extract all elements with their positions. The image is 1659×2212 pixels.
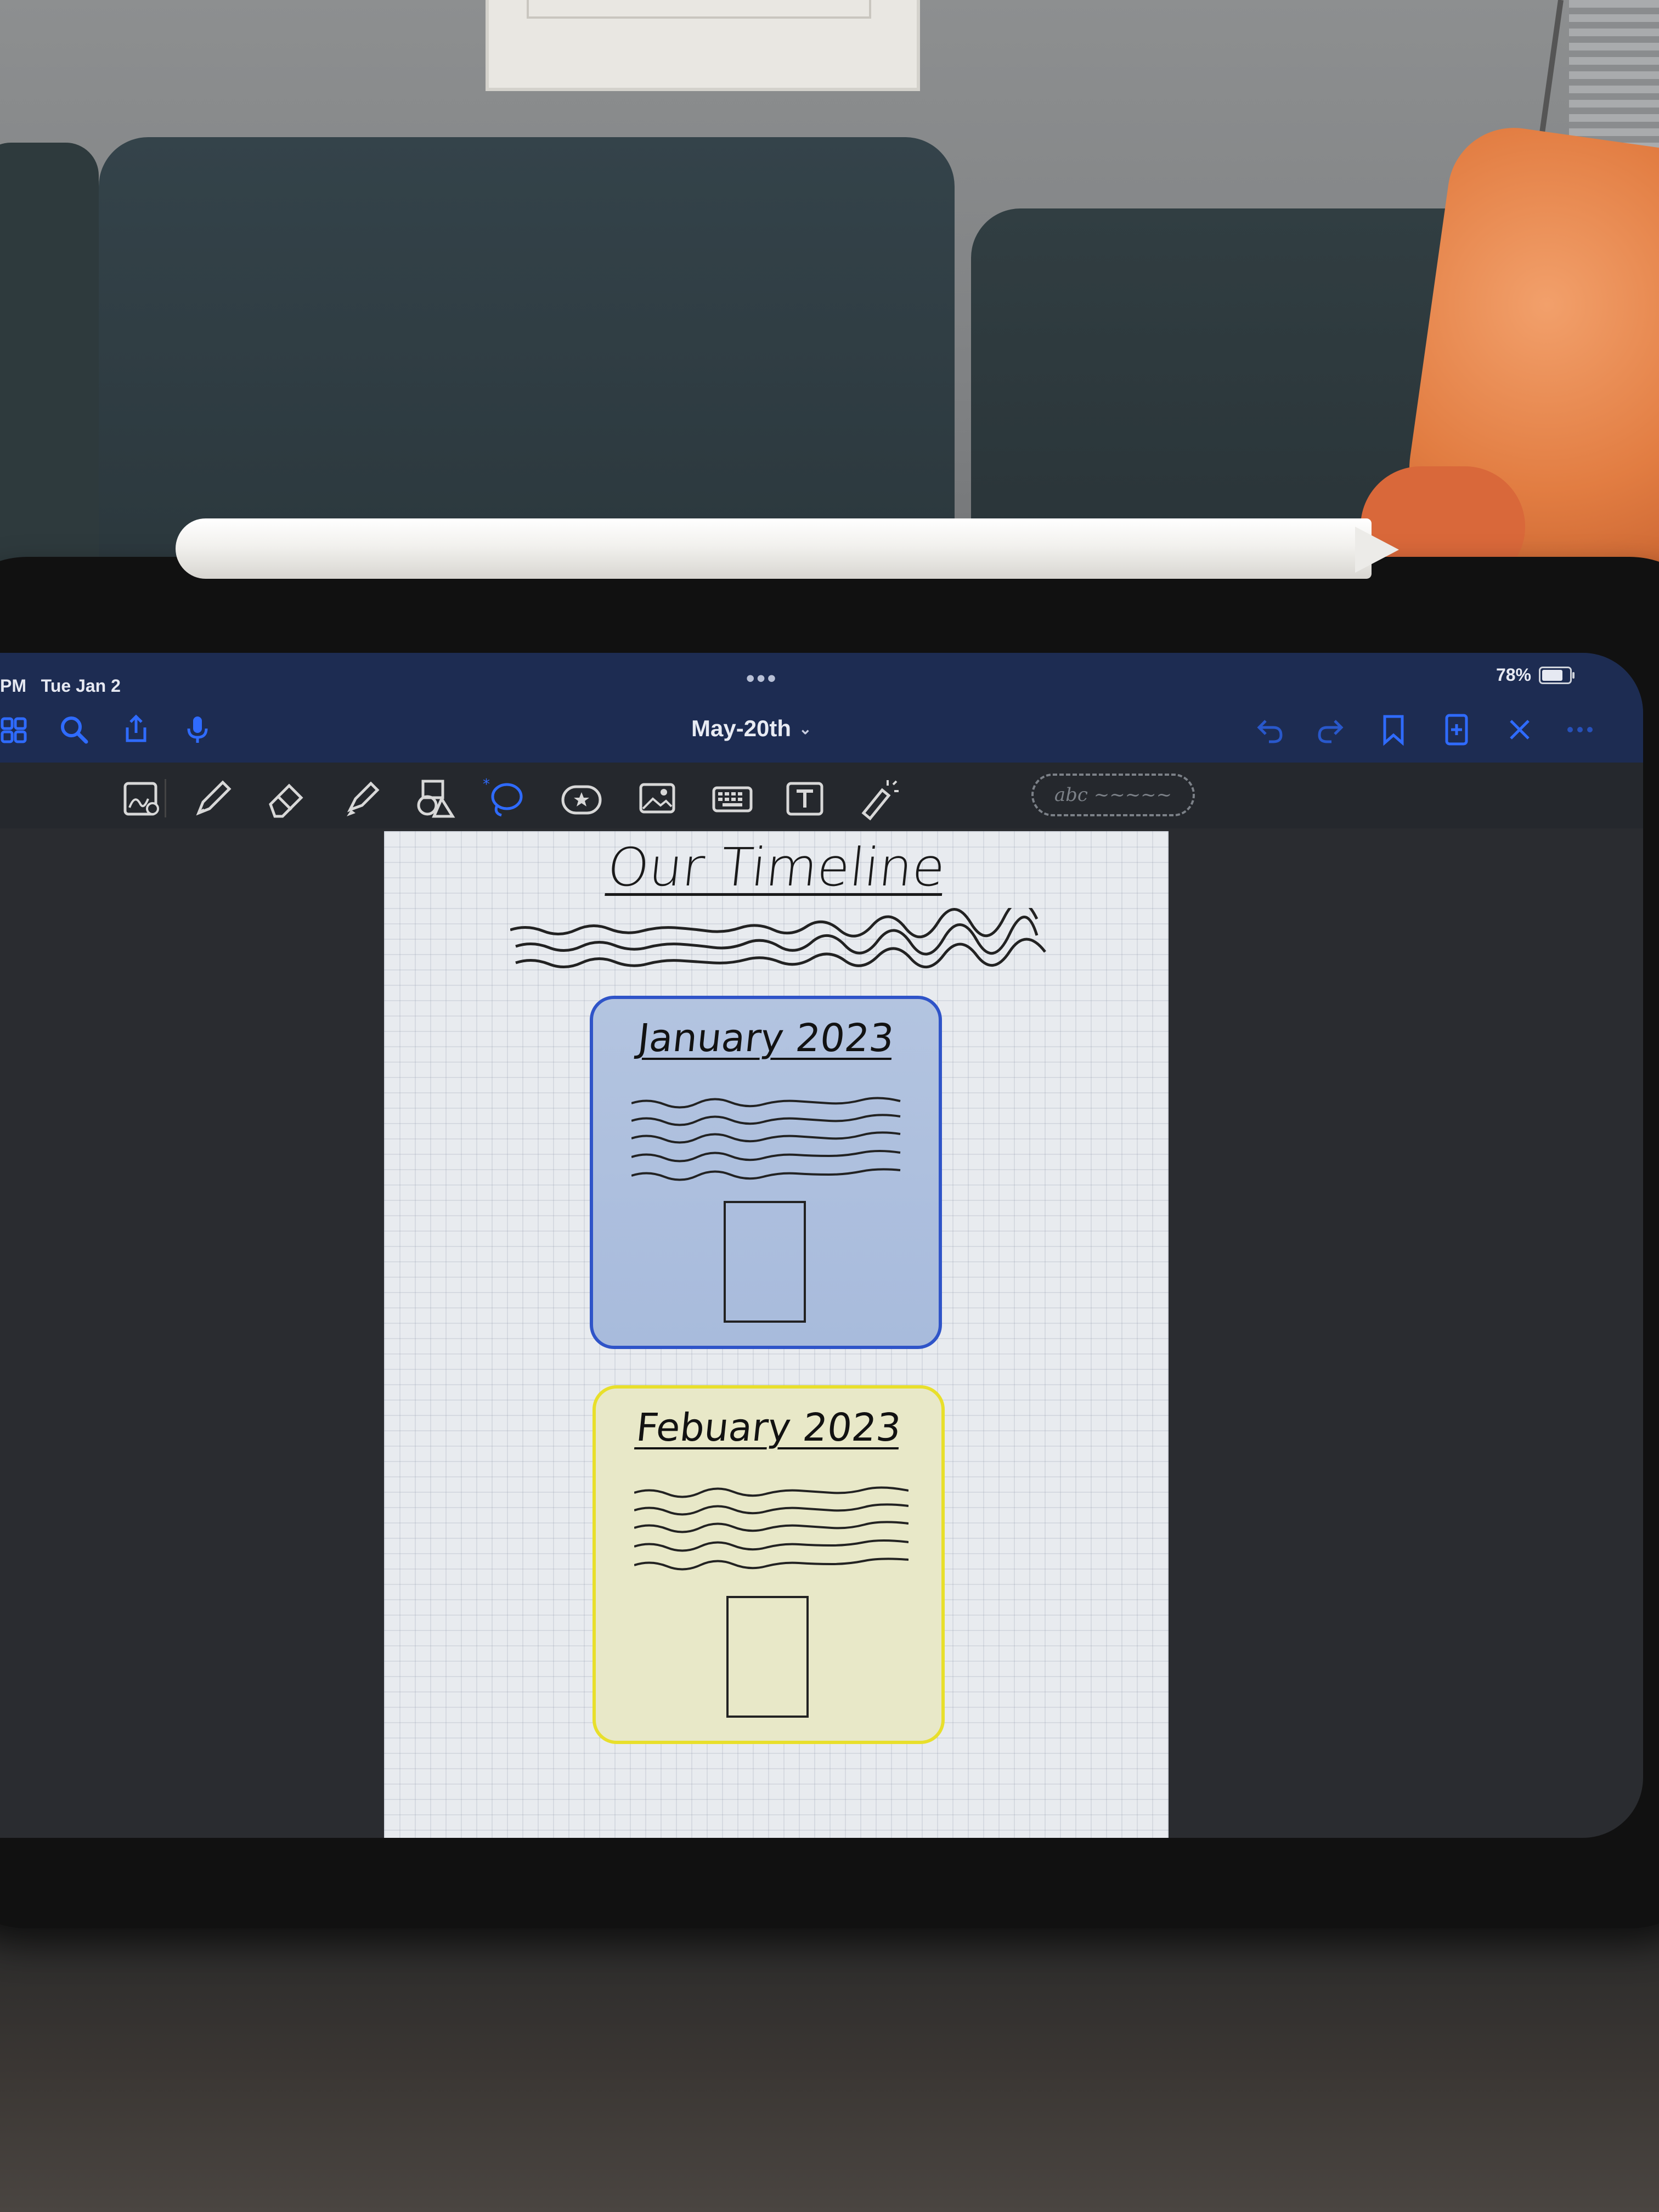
add-page-icon[interactable] [1440,713,1473,746]
photo-placeholder-february[interactable] [726,1596,809,1718]
tool-bar: * abc ~~~~~ [0,763,1643,828]
card-title-february: Febuary 2023 [634,1405,904,1450]
share-icon[interactable] [120,713,153,746]
undo-icon[interactable] [1254,713,1286,746]
status-bar: PM Tue Jan 2 ••• 78% [0,653,1643,697]
more-icon[interactable] [1564,713,1596,746]
battery-icon [1539,666,1575,684]
pen-icon[interactable] [191,777,235,821]
table-surface [0,1920,1659,2212]
wall-frame-inner [527,0,871,19]
chevron-down-icon: ⌄ [799,720,812,737]
page-title: Our Timeline [604,837,949,898]
toolbar-divider [165,779,166,817]
laser-pointer-icon[interactable] [856,777,900,821]
shapes-icon[interactable] [414,777,458,821]
status-time: PM Tue Jan 2 [0,676,121,696]
apple-pencil-tip [1355,527,1399,573]
multitasking-grabber[interactable]: ••• [746,665,778,692]
card-title-january: January 2023 [635,1015,896,1060]
nav-bar: May-20th ⌄ [0,697,1643,763]
battery-status: 78% [1496,665,1575,685]
card-scribble-lines-february [634,1486,909,1571]
note-page[interactable]: Our Timeline January 2023 Febuary 2023 [384,831,1169,1838]
handwriting-recognition-field[interactable]: abc ~~~~~ [1031,774,1195,816]
battery-percent: 78% [1496,665,1531,685]
grid-icon[interactable] [0,713,33,746]
card-scribble-lines-january [631,1097,901,1181]
handwritten-scribble-lines [510,908,1046,968]
timeline-card-january[interactable]: January 2023 [590,996,942,1349]
keyboard-icon[interactable] [710,777,754,821]
highlighter-icon[interactable] [340,777,384,821]
lasso-icon[interactable]: * [483,777,527,821]
bookmark-icon[interactable] [1377,713,1410,746]
eraser-icon[interactable] [265,777,309,821]
document-title-text: May-20th [691,715,792,741]
apple-pencil [176,518,1372,579]
search-icon[interactable] [58,713,91,746]
ipad-screen: PM Tue Jan 2 ••• 78% May-20th ⌄ * abc ~~… [0,653,1643,1838]
status-time-text: PM [0,676,26,696]
battery-fill [1542,669,1563,681]
microphone-icon[interactable] [181,713,214,746]
text-box-icon[interactable] [783,777,827,821]
redo-icon[interactable] [1314,713,1347,746]
document-title[interactable]: May-20th ⌄ [691,715,812,742]
timeline-card-february[interactable]: Febuary 2023 [592,1385,945,1744]
photo-placeholder-january[interactable] [724,1201,806,1323]
sticker-icon[interactable] [560,777,603,821]
svg-text:*: * [483,777,490,793]
status-date: Tue Jan 2 [41,676,121,696]
zoom-window-icon[interactable] [121,777,165,821]
image-icon[interactable] [635,777,679,821]
close-icon[interactable] [1503,713,1536,746]
